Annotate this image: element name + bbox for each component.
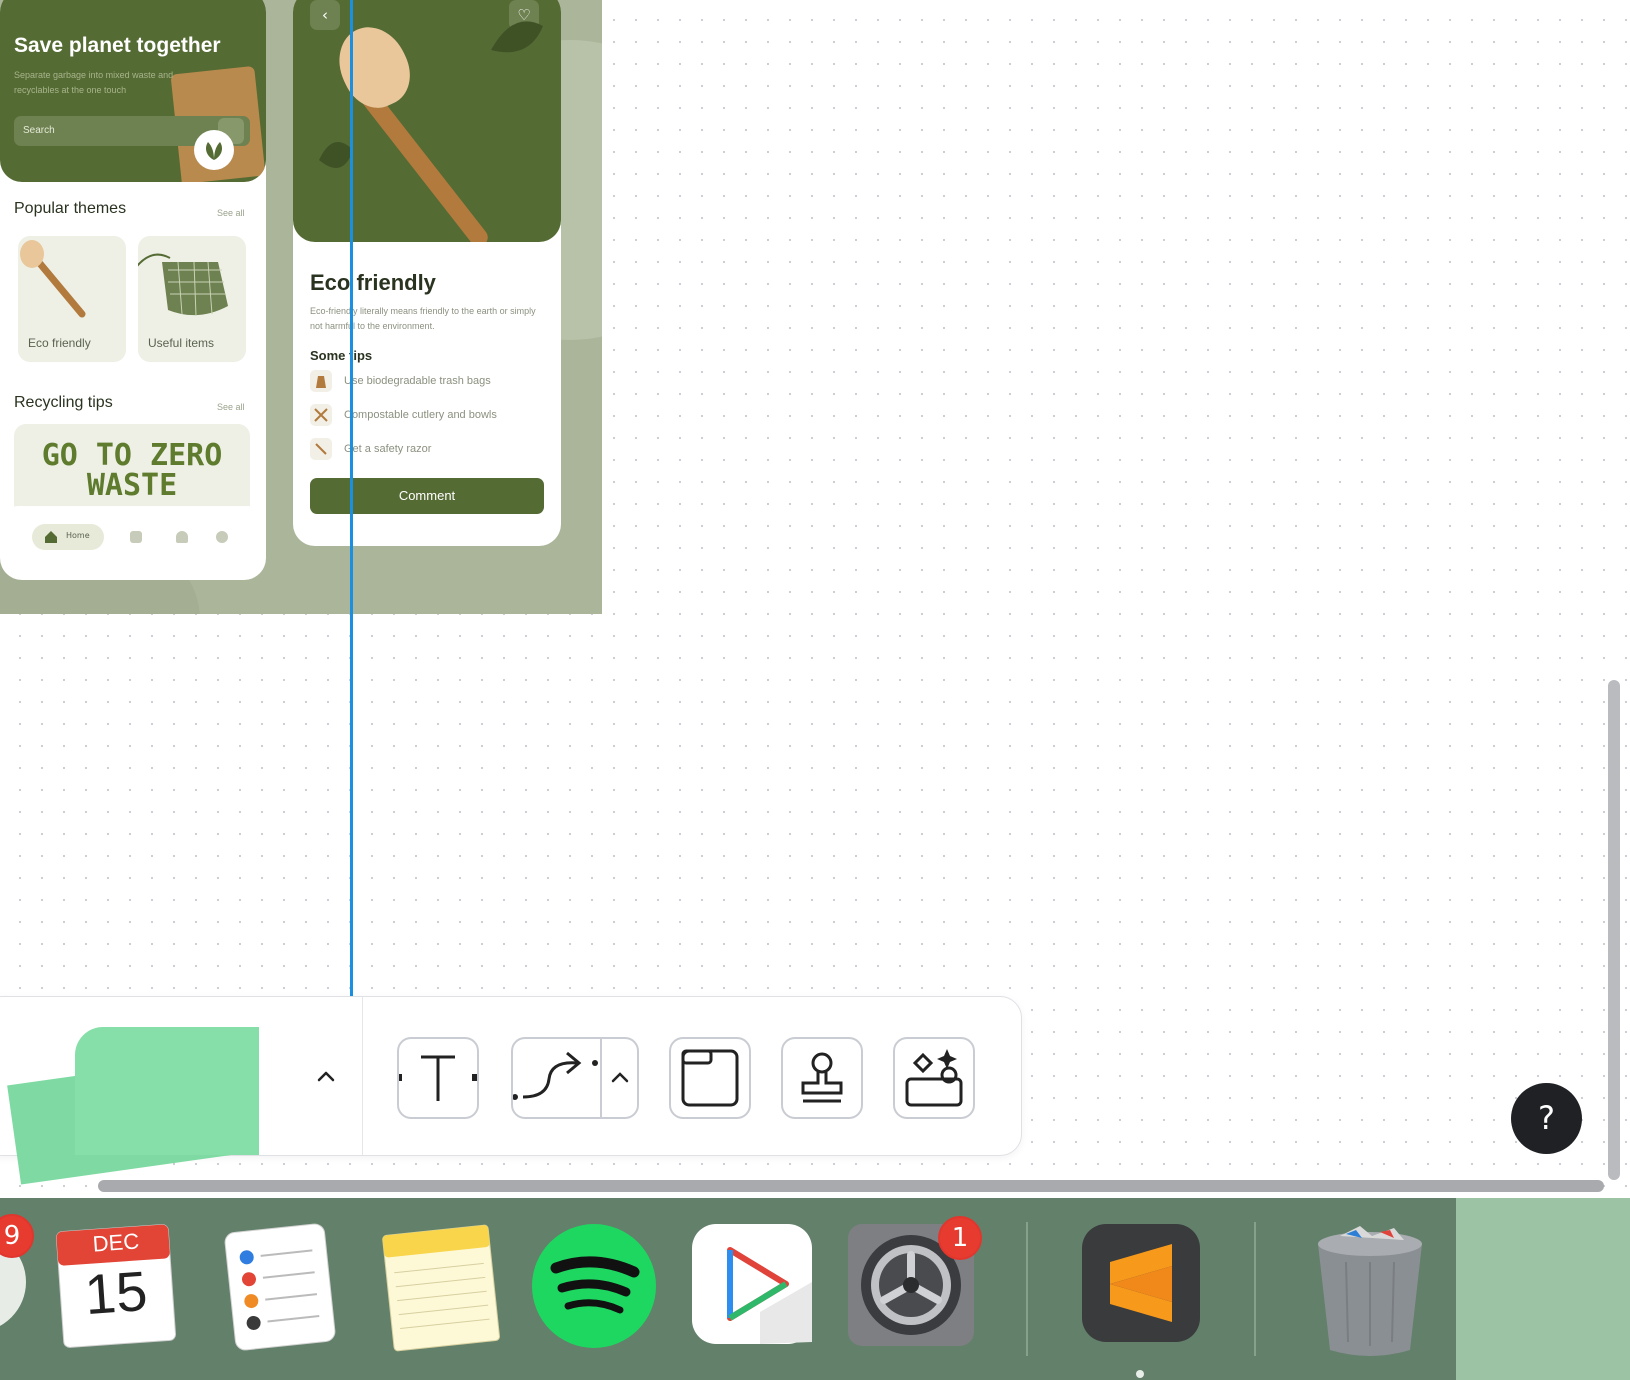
detail-hero: ‹ ♡ — [293, 0, 561, 242]
hero-card: Save planet together Separate garbage in… — [0, 0, 266, 182]
mesh-bag-illustration — [129, 253, 228, 317]
dock-app-spotify[interactable] — [530, 1222, 658, 1354]
magic-shapes-icon — [905, 1049, 963, 1107]
detail-description: Eco-friendly literally means friendly to… — [310, 306, 536, 331]
popular-themes-title: Popular themes — [14, 200, 127, 217]
tip-text: Get a safety razor — [344, 443, 432, 455]
see-all-link: See all — [217, 208, 245, 218]
text-tool-button[interactable] — [397, 1037, 479, 1119]
tab-bar: Home — [0, 506, 266, 570]
detail-title: Eco friendly — [310, 270, 436, 295]
stamp-tool-button[interactable] — [781, 1037, 863, 1119]
sticky-note-front — [75, 1027, 259, 1155]
spotify-icon — [532, 1224, 656, 1348]
dock-app-sublime-text[interactable] — [1080, 1222, 1202, 1348]
banner-line-2: WASTE — [86, 468, 178, 503]
see-all-link: See all — [217, 402, 245, 412]
theme-card-useful-items: Useful items — [129, 236, 246, 362]
spoon-illustration — [20, 240, 86, 318]
creation-toolbar — [0, 996, 1022, 1185]
tip-text: Use biodegradable trash bags — [344, 375, 491, 387]
connector-tool-button[interactable] — [511, 1037, 639, 1119]
tab-home-label: Home — [66, 531, 90, 540]
hero-subtitle: Separate garbage into mixed waste and re… — [14, 70, 174, 95]
sublime-text-icon — [1082, 1224, 1200, 1342]
search-placeholder: Search — [23, 125, 55, 136]
theme-label: Eco friendly — [28, 336, 91, 350]
horizontal-scrollbar[interactable] — [98, 1180, 1604, 1192]
frame-tool-button[interactable] — [669, 1037, 751, 1119]
magic-shapes-tool-button[interactable] — [893, 1037, 975, 1119]
dock-app-calendar[interactable]: DEC 15 — [54, 1222, 178, 1354]
calendar-day: 15 — [82, 1258, 150, 1327]
book-icon — [130, 531, 142, 543]
home-screen-mockup: Save planet together Separate garbage in… — [0, 0, 266, 580]
design-artboard-image[interactable]: Save planet together Separate garbage in… — [0, 0, 602, 614]
reminders-icon — [224, 1223, 336, 1351]
stamp-tool-icon — [801, 1052, 843, 1103]
theme-label: Useful items — [148, 336, 215, 350]
detail-screen-mockup: ‹ ♡ Eco friendly Eco-friendly literally … — [293, 0, 561, 546]
alignment-guide-line — [350, 0, 353, 996]
dock-separator — [1254, 1222, 1256, 1356]
dock-trash[interactable] — [1310, 1222, 1430, 1362]
help-button[interactable]: ? — [1511, 1083, 1582, 1154]
bell-icon — [176, 531, 188, 543]
tip-item: Get a safety razor — [310, 438, 550, 462]
theme-card-eco-friendly: Eco friendly — [18, 236, 126, 362]
leaves-illustration — [319, 21, 543, 168]
razor-icon — [310, 438, 332, 460]
tip-item: Use biodegradable trash bags — [310, 370, 550, 394]
tip-text: Compostable cutlery and bowls — [344, 409, 497, 421]
frame-tool-icon — [681, 1049, 739, 1107]
calendar-month: DEC — [91, 1228, 140, 1257]
notes-icon — [382, 1224, 500, 1352]
dock-separator — [1026, 1222, 1028, 1356]
home-icon — [45, 531, 57, 543]
infuse-player-icon — [692, 1224, 812, 1344]
dock-app-infuse[interactable] — [690, 1222, 814, 1350]
connector-tool-icon — [513, 1039, 629, 1117]
notification-badge: 1 — [938, 1216, 982, 1260]
leaf-badge-icon — [194, 130, 234, 170]
recycling-tips-title: Recycling tips — [14, 394, 113, 411]
running-indicator — [1136, 1370, 1144, 1378]
chevron-up-icon[interactable] — [311, 1061, 341, 1091]
gear-icon — [216, 531, 228, 543]
trash-icon — [1318, 1226, 1422, 1356]
tab-home: Home — [32, 524, 104, 550]
vertical-scrollbar[interactable] — [1608, 680, 1620, 1180]
dock-app-notes[interactable] — [376, 1222, 506, 1356]
dock-app-reminders[interactable] — [220, 1222, 340, 1356]
comment-button: Comment — [310, 478, 544, 514]
cutlery-icon — [310, 404, 332, 426]
text-tool-icon — [399, 1055, 477, 1101]
toolbar-divider — [362, 997, 363, 1155]
trash-bag-icon — [310, 370, 332, 392]
tips-title: Some tips — [310, 348, 373, 363]
tip-item: Compostable cutlery and bowls — [310, 404, 550, 428]
hero-title: Save planet together — [14, 34, 221, 57]
